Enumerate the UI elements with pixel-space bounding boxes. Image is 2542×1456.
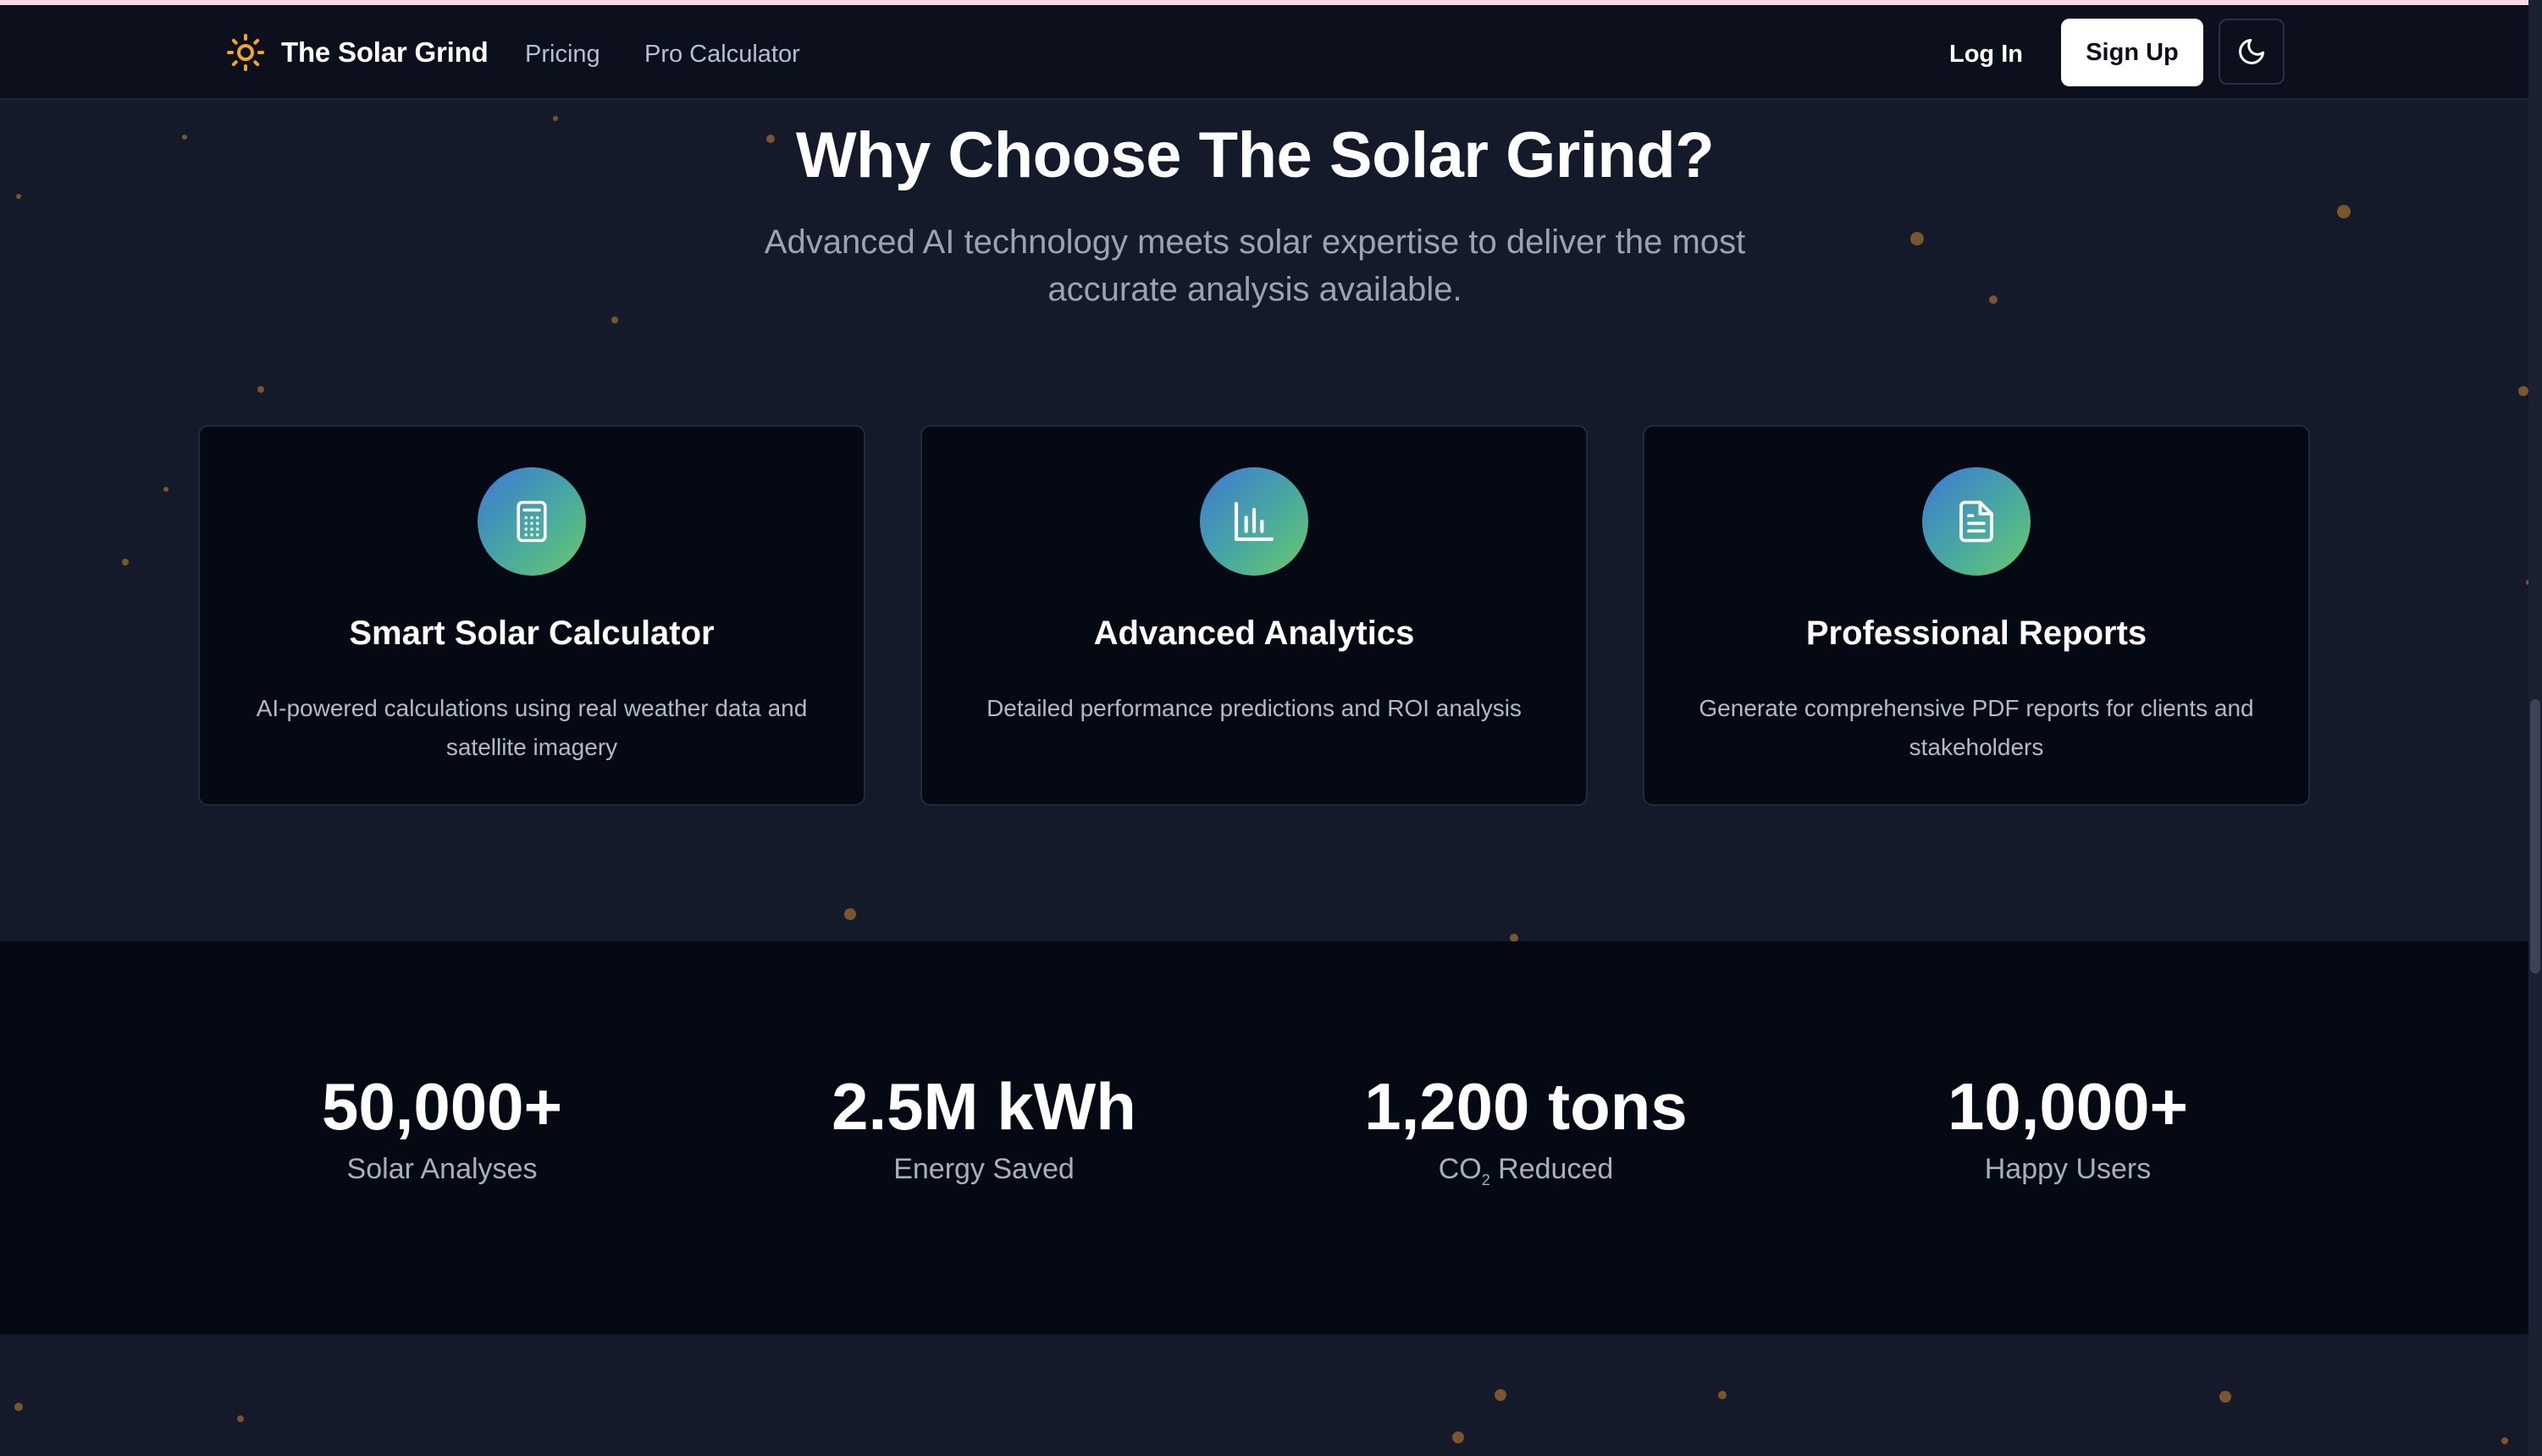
feature-icon-badge <box>1922 467 2031 576</box>
page-scrollbar[interactable] <box>2528 0 2542 1456</box>
brand-name: The Solar Grind <box>281 36 489 68</box>
sun-icon <box>227 34 264 71</box>
feature-card-analytics: Advanced Analytics Detailed performance … <box>920 425 1588 806</box>
stat-energy-saved: 2.5M kWh Energy Saved <box>730 1068 1238 1186</box>
co2-text: CO <box>1438 1153 1482 1185</box>
stat-value: 50,000+ <box>321 1069 563 1144</box>
brand-logo-link[interactable]: The Solar Grind <box>225 30 489 74</box>
stat-solar-analyses: 50,000+ Solar Analyses <box>188 1068 696 1186</box>
stat-happy-users: 10,000+ Happy Users <box>1814 1068 2322 1186</box>
stat-value: 2.5M kWh <box>832 1069 1136 1144</box>
stat-label: Energy Saved <box>893 1153 1075 1185</box>
co2-suffix: Reduced <box>1489 1153 1614 1185</box>
scrollbar-thumb[interactable] <box>2530 699 2540 973</box>
theme-toggle-button[interactable] <box>2219 19 2285 85</box>
stats-section: 50,000+ Solar Analyses 2.5M kWh Energy S… <box>0 941 2528 1334</box>
feature-icon-badge <box>478 467 586 576</box>
feature-card-calculator: Smart Solar Calculator AI-powered calcul… <box>198 425 865 806</box>
stat-label: Solar Analyses <box>346 1153 538 1185</box>
feature-card-title: Professional Reports <box>1805 615 2147 652</box>
signup-button[interactable]: Sign Up <box>2061 19 2203 86</box>
feature-card-title: Advanced Analytics <box>1093 615 1415 652</box>
features-subheading: Advanced AI technology meets solar exper… <box>764 223 1746 308</box>
feature-card-reports: Professional Reports Generate comprehens… <box>1643 425 2310 806</box>
feature-card-description: AI-powered calculations using real weath… <box>256 695 808 760</box>
calculator-icon <box>517 500 547 543</box>
page: The Solar Grind Pricing Pro Calculator L… <box>0 0 2542 1456</box>
bar-chart-icon <box>1234 501 1274 542</box>
co2-subscript: 2 <box>1481 1172 1490 1189</box>
feature-card-title: Smart Solar Calculator <box>349 615 715 652</box>
stat-label: CO2 Reduced <box>1272 1153 1780 1189</box>
login-link[interactable]: Log In <box>1949 41 2023 69</box>
stat-co2-reduced: 1,200 tons CO2 Reduced <box>1272 1068 1780 1189</box>
feature-icon-badge <box>1200 467 1308 576</box>
nav-link-pricing[interactable]: Pricing <box>525 41 600 69</box>
document-icon <box>1959 500 1993 543</box>
moon-icon <box>2239 39 2264 64</box>
stat-value: 1,200 tons <box>1364 1069 1688 1144</box>
features-heading: Why Choose The Solar Grind? <box>795 119 1715 191</box>
feature-card-description: Generate comprehensive PDF reports for c… <box>1699 695 2254 760</box>
feature-card-description: Detailed performance predictions and ROI… <box>986 695 1522 721</box>
nav-link-pro-calculator[interactable]: Pro Calculator <box>644 41 800 69</box>
top-navbar: The Solar Grind Pricing Pro Calculator L… <box>0 5 2528 100</box>
stat-label: Happy Users <box>1984 1153 2152 1185</box>
stat-value: 10,000+ <box>1947 1069 2189 1144</box>
